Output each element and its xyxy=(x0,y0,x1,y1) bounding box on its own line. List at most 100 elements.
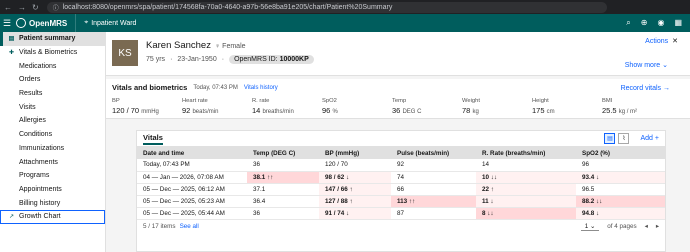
page-of-label: of 4 pages xyxy=(607,223,637,230)
col-header[interactable]: SpO2 (%) xyxy=(576,147,665,159)
sidebar-item-label: Allergies xyxy=(19,117,46,125)
patient-gender: ♀ Female xyxy=(215,43,246,50)
page-select[interactable]: 1 ⌄ xyxy=(580,223,600,231)
actions-menu[interactable]: Actions ✕ xyxy=(645,37,678,46)
app-logo[interactable]: OpenMRS xyxy=(14,18,75,28)
patient-banner: KS Karen Sanchez ♀ Female 75 yrs · 23-Ja… xyxy=(106,32,690,76)
table-cell: 91 / 74 ↓ xyxy=(319,207,391,220)
sidebar-item-label: Attachments xyxy=(19,158,58,166)
reload-icon[interactable]: ↻ xyxy=(32,3,39,12)
bio-value: 25.5 kg / m² xyxy=(602,106,638,115)
table-cell: 38.1 ↑↑ xyxy=(247,171,319,184)
location-label: Inpatient Ward xyxy=(91,19,137,27)
col-header[interactable]: R. Rate (breaths/min) xyxy=(476,147,576,159)
bio-value: 120 / 70 mmHg xyxy=(112,106,159,115)
table-cell: 93.4 ↓ xyxy=(576,171,665,184)
chart-view-icon[interactable]: ⌇ xyxy=(618,133,630,144)
sidebar-item-growth-chart[interactable]: ↗ Growth Chart xyxy=(0,209,105,224)
bio-value: 96 % xyxy=(322,106,338,115)
vitals-history-link[interactable]: Vitals history xyxy=(244,85,278,91)
sidebar-item-orders[interactable]: Orders xyxy=(0,73,105,87)
table-view-icon[interactable]: ▤ xyxy=(604,133,616,144)
next-page-icon[interactable]: ▸ xyxy=(656,223,659,230)
table-cell: 22 ↑ xyxy=(476,183,576,196)
sidebar-item-programs[interactable]: Programs xyxy=(0,169,105,183)
back-icon[interactable]: ← xyxy=(4,3,12,12)
pager: 1 ⌄ of 4 pages ◂ ▸ xyxy=(580,223,659,231)
table-cell: 36 xyxy=(247,207,319,220)
table-cell: 127 / 88 ↑ xyxy=(319,195,391,208)
table-row: 04 — Jan — 2026, 07:08 AM 38.1 ↑↑ 98 / 6… xyxy=(137,171,665,184)
sidebar-item-vitals[interactable]: ✚ Vitals & Biometrics xyxy=(0,46,105,60)
bio-weight: Weight 78 kg xyxy=(462,98,532,115)
record-vitals-link[interactable]: Record vitals → xyxy=(621,85,670,92)
col-header[interactable]: Pulse (beats/min) xyxy=(391,147,476,159)
vitals-card: Vitals ▤ ⌇ Add + Date and time Temp (DEG… xyxy=(136,130,666,252)
table-cell: 96 xyxy=(576,159,665,172)
vitals-biometrics-header: Vitals and biometrics Today, 07:43 PM Vi… xyxy=(106,79,690,119)
show-more-button[interactable]: Show more ⌄ xyxy=(625,61,668,69)
table-cell: 120 / 70 xyxy=(319,159,391,172)
bio-value: 36 DEG C xyxy=(392,106,422,115)
sidebar-item-label: Growth Chart xyxy=(19,213,61,221)
col-header[interactable]: Temp (DEG C) xyxy=(247,147,319,159)
table-cell: 14 xyxy=(476,159,576,172)
sidebar-item-label: Appointments xyxy=(19,185,62,193)
table-cell: 88.2 ↓↓ xyxy=(576,195,665,208)
bio-bmi: BMI 25.5 kg / m² xyxy=(602,98,672,115)
table-row: 05 — Dec — 2025, 05:44 AM 36 91 / 74 ↓ 8… xyxy=(137,207,665,220)
sidebar-item-attachments[interactable]: Attachments xyxy=(0,155,105,169)
sidebar-item-allergies[interactable]: Allergies xyxy=(0,114,105,128)
table-cell: 74 xyxy=(391,171,476,184)
col-header[interactable]: Date and time xyxy=(137,147,247,159)
bio-label: SpO2 xyxy=(322,98,337,104)
bio-resp-rate: R. rate 14 breaths/min xyxy=(252,98,322,115)
gender-icon: ♀ xyxy=(214,43,221,50)
sidebar-item-medications[interactable]: Medications xyxy=(0,59,105,73)
see-all-link[interactable]: See all xyxy=(180,223,199,230)
table-cell: 11 ↓ xyxy=(476,195,576,208)
address-bar[interactable]: ⓘ localhost:8080/openmrs/spa/patient/174… xyxy=(46,1,607,13)
search-icon[interactable]: ⌕ xyxy=(626,18,630,28)
sidebar-item-immunizations[interactable]: Immunizations xyxy=(0,142,105,156)
show-more-label: Show more xyxy=(624,62,661,69)
info-icon[interactable]: ⓘ xyxy=(53,3,59,12)
arrow-right-icon: → xyxy=(663,85,670,92)
col-header[interactable]: BP (mmHg) xyxy=(319,147,391,159)
sidebar-item-conditions[interactable]: Conditions xyxy=(0,128,105,142)
table-cell: 36 xyxy=(247,159,319,172)
sidebar-item-billing-history[interactable]: Billing history xyxy=(0,196,105,210)
close-icon[interactable]: ✕ xyxy=(672,37,678,45)
gender-label: Female xyxy=(222,43,246,50)
bio-label: Weight xyxy=(462,98,480,104)
sidebar-item-visits[interactable]: Visits xyxy=(0,100,105,114)
patient-name-row: Karen Sanchez ♀ Female xyxy=(146,40,314,51)
actions-button[interactable]: Actions xyxy=(645,38,668,45)
item-count: 5 / 17 items xyxy=(143,223,176,230)
prev-page-icon[interactable]: ◂ xyxy=(645,223,648,230)
forward-icon[interactable]: → xyxy=(18,3,26,12)
sidebar-item-patient-summary[interactable]: ▤ Patient summary xyxy=(0,32,105,46)
location-pin-icon: ⌖ xyxy=(84,19,89,26)
sidebar-item-appointments[interactable]: Appointments xyxy=(0,183,105,197)
add-vitals-button[interactable]: Add + xyxy=(640,135,659,142)
sidebar-item-label: Patient summary xyxy=(19,35,76,43)
sidebar-item-label: Conditions xyxy=(19,131,53,139)
bio-value: 175 cm xyxy=(532,106,555,115)
bio-label: Temp xyxy=(392,98,407,104)
bio-label: BMI xyxy=(602,98,613,104)
table-cell: 05 — Dec — 2025, 05:23 AM xyxy=(137,195,247,208)
vitals-card-title: Vitals xyxy=(143,133,163,145)
sidebar-item-label: Vitals & Biometrics xyxy=(19,49,78,57)
sidebar-item-results[interactable]: Results xyxy=(0,87,105,101)
user-icon[interactable]: ◉ xyxy=(657,18,664,28)
sidebar-item-label: Orders xyxy=(19,76,41,84)
menu-icon[interactable]: ☰ xyxy=(0,18,14,29)
location-selector[interactable]: ⌖ Inpatient Ward xyxy=(75,14,136,32)
sidebar-item-label: Billing history xyxy=(19,199,61,207)
table-cell: 94.8 ↓ xyxy=(576,207,665,220)
app-switcher-icon[interactable]: ▦ xyxy=(674,18,682,28)
add-patient-icon[interactable]: ⊕ xyxy=(641,18,648,28)
chevron-down-icon: ⌄ xyxy=(662,62,668,69)
bio-heart-rate: Heart rate 92 beats/min xyxy=(182,98,252,115)
